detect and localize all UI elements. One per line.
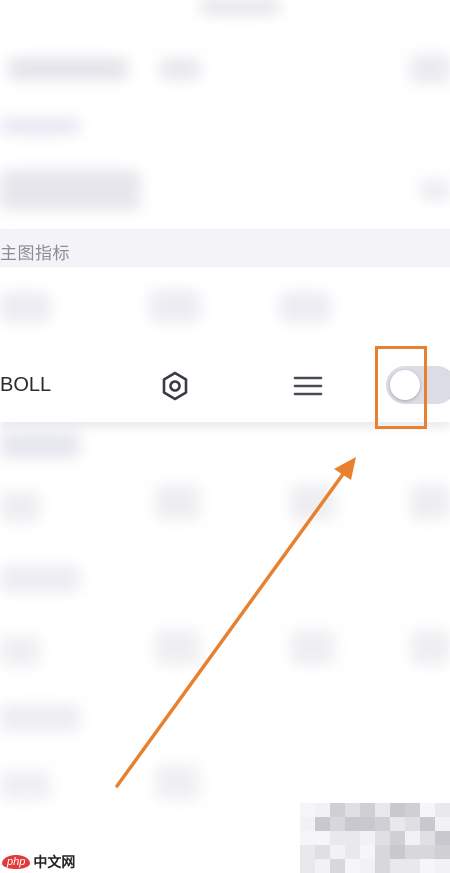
watermark-cell: [375, 831, 391, 845]
watermark-cell: [300, 803, 316, 817]
watermark-logo: php 中文网: [2, 852, 75, 872]
watermark-cell: [435, 831, 450, 845]
blurred-text: [0, 566, 80, 592]
blurred-text: [155, 765, 200, 800]
drag-handle-icon[interactable]: [292, 370, 324, 402]
watermark-cell: [390, 803, 406, 817]
pixelated-watermark: [300, 803, 450, 873]
blurred-text: [420, 180, 450, 200]
blurred-text: [410, 55, 450, 83]
watermark-cell: [345, 845, 361, 859]
watermark-cell: [420, 859, 436, 873]
blurred-text: [0, 705, 80, 731]
blurred-text: [150, 290, 200, 322]
watermark-cell: [405, 817, 421, 831]
watermark-cell: [330, 831, 346, 845]
watermark-cell: [360, 831, 376, 845]
watermark-cell: [345, 859, 361, 873]
watermark-cell: [345, 817, 361, 831]
watermark-cell: [300, 845, 316, 859]
watermark-cell: [420, 845, 436, 859]
blurred-text: [155, 630, 200, 665]
watermark-cell: [435, 859, 450, 873]
blurred-text: [0, 492, 40, 522]
watermark-cell: [390, 817, 406, 831]
watermark-cell: [375, 859, 391, 873]
watermark-cell: [420, 803, 436, 817]
watermark-cell: [390, 859, 406, 873]
watermark-cell: [360, 859, 376, 873]
blurred-text: [280, 292, 330, 322]
blurred-text: [410, 630, 450, 665]
annotation-highlight-box: [375, 346, 427, 429]
watermark-cell: [330, 817, 346, 831]
blurred-text: [0, 770, 50, 800]
watermark-cell: [435, 817, 450, 831]
watermark-cell: [315, 817, 331, 831]
watermark-cell: [330, 803, 346, 817]
blurred-text: [160, 58, 200, 80]
watermark-cell: [405, 803, 421, 817]
section-title: 主图指标: [0, 244, 70, 263]
blurred-text: [410, 485, 450, 520]
watermark-cell: [390, 831, 406, 845]
watermark-cell: [300, 831, 316, 845]
blurred-text: [8, 58, 128, 80]
watermark-cell: [435, 803, 450, 817]
watermark-cell: [420, 817, 436, 831]
watermark-cell: [360, 845, 376, 859]
blurred-text: [0, 432, 80, 458]
blurred-text: [0, 292, 50, 322]
watermark-cell: [315, 803, 331, 817]
watermark-cell: [330, 859, 346, 873]
watermark-cell: [345, 831, 361, 845]
settings-hexagon-icon[interactable]: [159, 370, 191, 402]
watermark-cell: [345, 803, 361, 817]
watermark-cell: [375, 817, 391, 831]
watermark-cell: [390, 845, 406, 859]
watermark-cell: [435, 845, 450, 859]
blurred-text: [155, 485, 200, 520]
watermark-cell: [405, 831, 421, 845]
section-header-main-indicators: 主图指标: [0, 229, 450, 267]
blurred-text: [290, 630, 335, 665]
watermark-cell: [360, 803, 376, 817]
watermark-cell: [360, 817, 376, 831]
blurred-text: [290, 485, 335, 520]
watermark-cell: [330, 845, 346, 859]
watermark-cell: [375, 803, 391, 817]
watermark-cell: [405, 845, 421, 859]
watermark-cell: [300, 817, 316, 831]
watermark-cell: [315, 831, 331, 845]
watermark-cell: [315, 859, 331, 873]
indicator-name: BOLL: [0, 374, 52, 396]
watermark-cell: [300, 859, 316, 873]
watermark-cell: [375, 845, 391, 859]
blurred-text: [200, 0, 280, 14]
blurred-text: [0, 170, 140, 210]
blurred-text: [0, 636, 40, 666]
logo-mark: php: [2, 855, 31, 869]
watermark-cell: [315, 845, 331, 859]
blurred-text: [0, 118, 80, 134]
logo-text: 中文网: [33, 855, 76, 871]
watermark-cell: [420, 831, 436, 845]
watermark-cell: [405, 859, 421, 873]
